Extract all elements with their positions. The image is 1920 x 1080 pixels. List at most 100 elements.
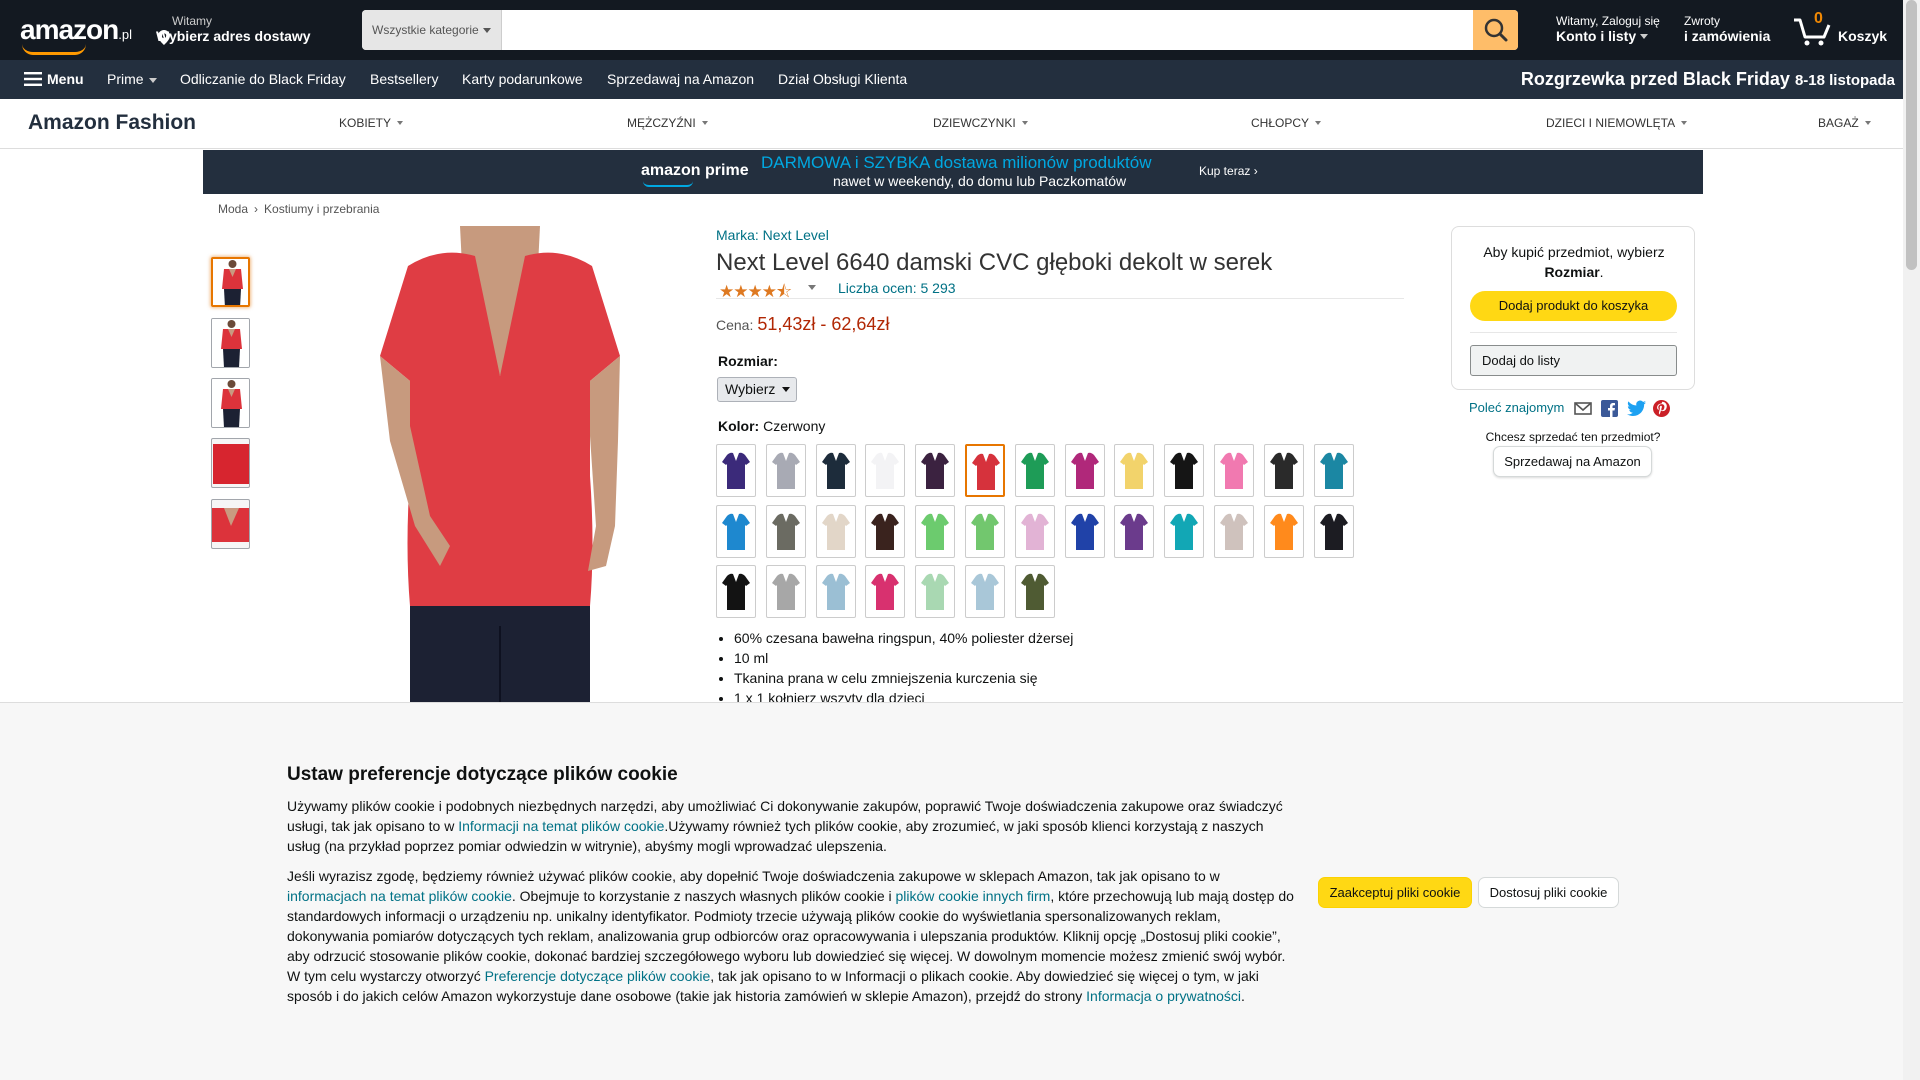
size-select[interactable]: Wybierz [717, 377, 797, 402]
color-swatch[interactable] [1313, 444, 1354, 497]
caret-down-icon [1021, 121, 1028, 128]
share-link[interactable]: Poleć znajomym [1469, 400, 1564, 415]
page-scrollbar[interactable] [1903, 0, 1920, 1080]
promo-text: Rozgrzewka przed Black Friday [1520, 69, 1790, 89]
color-swatch[interactable] [1014, 504, 1055, 558]
search-input[interactable] [503, 10, 1458, 50]
category-girls[interactable]: DZIEWCZYNKI [933, 99, 1028, 148]
nav-item-prime[interactable]: Prime [107, 60, 157, 99]
search-category-select[interactable]: Wszystkie kategorie [362, 10, 502, 50]
color-swatch[interactable] [1164, 504, 1205, 558]
account-lists[interactable]: Witamy, Zaloguj się Konto i listy [1556, 14, 1660, 44]
tshirt-icon [1269, 513, 1298, 550]
scrollbar-thumb[interactable] [1906, 0, 1917, 270]
model-photo-icon [212, 319, 249, 367]
color-swatch[interactable] [865, 504, 906, 558]
facebook-icon[interactable] [1601, 400, 1618, 417]
color-swatch[interactable] [1214, 444, 1254, 497]
color-swatch[interactable] [1313, 504, 1354, 558]
nav-item-gift-cards[interactable]: Karty podarunkowe [462, 60, 583, 99]
amazon-logo[interactable]: amazon.pl [20, 14, 132, 55]
color-swatch[interactable] [1114, 504, 1155, 558]
color-swatch[interactable] [815, 444, 856, 497]
color-swatch[interactable] [765, 504, 806, 558]
twitter-icon[interactable] [1627, 400, 1646, 417]
main-product-image[interactable] [290, 226, 710, 706]
caret-down-icon[interactable] [808, 285, 816, 294]
color-swatch[interactable] [915, 504, 956, 558]
amazon-fashion-logo[interactable]: Amazon Fashion [28, 111, 196, 135]
brand-link[interactable]: Marka: Next Level [716, 227, 829, 243]
add-to-list-button[interactable]: Dodaj do listy [1470, 345, 1677, 376]
thumbnail-image[interactable] [211, 499, 250, 549]
color-swatch[interactable] [1064, 444, 1105, 497]
color-swatch[interactable] [765, 444, 806, 497]
star-rating-icon[interactable]: ★★★★⯪ [719, 279, 792, 308]
returns-orders[interactable]: Zwroty i zamówienia [1684, 14, 1770, 44]
category-baby[interactable]: DZIECI I NIEMOWLĘTA [1546, 99, 1688, 148]
thumbnail-image[interactable] [211, 318, 250, 368]
color-swatch[interactable] [865, 444, 906, 497]
email-icon[interactable] [1574, 400, 1592, 417]
color-swatch[interactable] [716, 504, 756, 558]
cookie-info-link[interactable]: Informacji na temat plików cookie [458, 818, 664, 834]
color-swatch[interactable] [716, 444, 756, 497]
accept-cookies-button[interactable]: Zaakceptuj pliki cookie [1318, 877, 1472, 908]
color-swatch[interactable] [716, 565, 756, 618]
category-men[interactable]: MĘŻCZYŹNI [627, 99, 708, 148]
nav-item-bestsellers[interactable]: Bestsellery [370, 60, 438, 99]
nav-item-customer-service[interactable]: Dział Obsługi Klienta [778, 60, 907, 99]
category-women[interactable]: KOBIETY [339, 99, 404, 148]
prime-cta[interactable]: Kup teraz › [1199, 164, 1258, 178]
search-button[interactable] [1473, 10, 1518, 50]
category-label: BAGAŻ [1818, 116, 1859, 130]
thumbnail-image[interactable] [211, 378, 250, 428]
caret-down-icon [701, 121, 708, 128]
cart-button[interactable]: 0 Koszyk [1792, 10, 1887, 50]
prime-banner[interactable]: amazon prime DARMOWA i SZYBKA dostawa mi… [203, 150, 1703, 194]
deliver-to[interactable]: Witamy Wybierz adres dostawy [156, 14, 311, 45]
privacy-notice-link[interactable]: Informacja o prywatności [1086, 988, 1241, 1004]
color-swatch[interactable] [915, 565, 956, 618]
color-swatch[interactable] [1014, 444, 1055, 497]
color-swatch[interactable] [1064, 504, 1105, 558]
category-label: MĘŻCZYŹNI [627, 116, 696, 130]
black-friday-promo[interactable]: Rozgrzewka przed Black Friday 8-18 listo… [1521, 60, 1895, 100]
color-swatch[interactable] [1214, 504, 1254, 558]
add-to-cart-button[interactable]: Dodaj produkt do koszyka [1470, 291, 1677, 321]
color-swatch[interactable] [815, 504, 856, 558]
color-swatch[interactable] [1114, 444, 1155, 497]
caret-down-icon [1315, 121, 1322, 128]
color-swatch[interactable] [765, 565, 806, 618]
color-swatch[interactable] [915, 444, 956, 497]
color-swatch[interactable] [815, 565, 856, 618]
category-boys[interactable]: CHŁOPCY [1251, 99, 1322, 148]
thumbnail-image[interactable] [211, 257, 250, 307]
cookie-preferences-link[interactable]: Preferencje dotyczące plików cookie [485, 968, 711, 984]
color-swatch[interactable] [865, 565, 906, 618]
thumbnail-image[interactable] [211, 438, 250, 488]
hamburger-menu[interactable]: Menu [24, 60, 84, 99]
color-swatch[interactable] [965, 504, 1005, 558]
tshirt-icon [971, 573, 999, 610]
category-luggage[interactable]: BAGAŻ [1818, 99, 1871, 148]
color-swatch[interactable] [965, 565, 1005, 618]
nav-item-sell[interactable]: Sprzedawaj na Amazon [607, 60, 754, 99]
tshirt-icon [921, 573, 950, 610]
color-swatch[interactable] [1263, 444, 1304, 497]
color-swatch[interactable] [1014, 565, 1055, 618]
third-party-cookies-link[interactable]: plików cookie innych firm [896, 888, 1051, 904]
nav-item-black-friday[interactable]: Odliczanie do Black Friday [180, 60, 346, 99]
cookie-info-link[interactable]: informacjach na temat plików cookie [287, 888, 512, 904]
breadcrumb-item[interactable]: Kostiumy i przebrania [264, 202, 379, 216]
color-swatch[interactable] [965, 444, 1005, 497]
sell-on-amazon-button[interactable]: Sprzedawaj na Amazon [1493, 446, 1652, 477]
breadcrumb-item[interactable]: Moda [218, 202, 248, 216]
tshirt-icon [1120, 452, 1149, 489]
rating-count-link[interactable]: Liczba ocen: 5 293 [838, 280, 956, 296]
customize-cookies-button[interactable]: Dostosuj pliki cookie [1478, 877, 1619, 908]
pinterest-icon[interactable] [1653, 400, 1670, 417]
cart-icon [1794, 18, 1831, 46]
color-swatch[interactable] [1263, 504, 1304, 558]
color-swatch[interactable] [1164, 444, 1205, 497]
